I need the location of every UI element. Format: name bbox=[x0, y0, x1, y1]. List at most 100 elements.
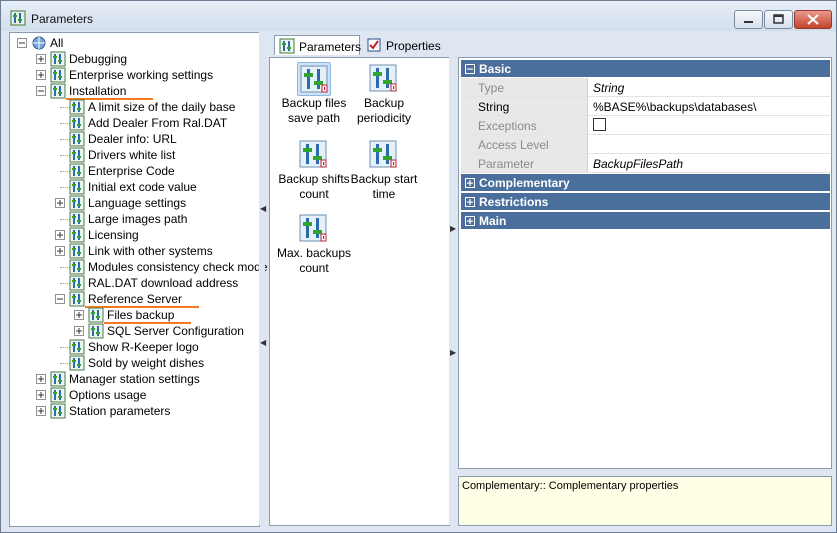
tree-item-label: Drivers white list bbox=[88, 148, 176, 162]
expand-right-arrow-icon-2[interactable]: ▶ bbox=[450, 348, 456, 357]
category-complementary[interactable]: Complementary bbox=[461, 174, 830, 191]
expand-icon[interactable] bbox=[36, 54, 46, 64]
tree-item-label: Options usage bbox=[69, 388, 147, 402]
expand-right-arrow-icon[interactable]: ▶ bbox=[450, 224, 456, 233]
category-basic[interactable]: Basic bbox=[461, 60, 830, 77]
tab-properties[interactable]: Properties bbox=[362, 35, 452, 55]
property-type-value: String bbox=[593, 81, 625, 95]
tree-item-label: Dealer info: URL bbox=[88, 132, 177, 146]
property-row-access-level[interactable]: Access Level bbox=[461, 135, 830, 154]
tree-item-link-other-systems[interactable]: Link with other systems bbox=[10, 243, 255, 259]
category-restrictions[interactable]: Restrictions bbox=[461, 193, 830, 210]
tree-item-all[interactable]: All bbox=[10, 35, 255, 51]
param-backup-periodicity[interactable]: Backup periodicity bbox=[342, 62, 426, 128]
tree-item-enterprise-working-settings[interactable]: Enterprise working settings bbox=[10, 67, 255, 83]
tree-item-language-settings[interactable]: Language settings bbox=[10, 195, 255, 211]
right-splitter[interactable]: ▶ ▶ bbox=[449, 32, 456, 525]
property-grid[interactable]: Basic Type String String %BASE%\backups\… bbox=[458, 57, 832, 469]
parameter-icon bbox=[69, 211, 85, 227]
parameter-icon bbox=[50, 387, 66, 403]
description-text: Complementary:: Complementary properties bbox=[462, 480, 679, 492]
expand-icon[interactable] bbox=[55, 230, 65, 240]
property-type-name: Type bbox=[478, 81, 505, 95]
tree-item-licensing[interactable]: Licensing bbox=[10, 227, 255, 243]
param-max-backups-count[interactable]: Max. backups count bbox=[272, 212, 356, 278]
tree-item-sold-by-weight[interactable]: Sold by weight dishes bbox=[10, 355, 255, 371]
tree-item-manager-station[interactable]: Manager station settings bbox=[10, 371, 255, 387]
tree-item-show-rkeeper-logo[interactable]: Show R-Keeper logo bbox=[10, 339, 255, 355]
tree-item-enterprise-code[interactable]: Enterprise Code bbox=[10, 163, 255, 179]
parameter-icon bbox=[50, 67, 66, 83]
parameter-icon bbox=[69, 115, 85, 131]
expand-icon[interactable] bbox=[55, 198, 65, 208]
expand-icon[interactable] bbox=[36, 406, 46, 416]
gallery-item-label: Backup start time bbox=[350, 172, 418, 201]
parameters-gallery[interactable]: Backup files save path Backup periodicity… bbox=[269, 57, 450, 526]
tree-item-label: Debugging bbox=[69, 52, 128, 66]
property-row-exceptions[interactable]: Exceptions bbox=[461, 116, 830, 135]
property-row-type[interactable]: Type String bbox=[461, 78, 830, 97]
tree-item-label: Large images path bbox=[88, 212, 188, 226]
tab-parameters[interactable]: Parameters bbox=[274, 35, 361, 55]
exceptions-checkbox[interactable] bbox=[593, 118, 606, 131]
tree-item-label: All bbox=[50, 36, 64, 50]
property-name-cell: Exceptions bbox=[461, 116, 588, 134]
tree-item-drivers-white-list[interactable]: Drivers white list bbox=[10, 147, 255, 163]
property-exceptions-name: Exceptions bbox=[478, 119, 537, 133]
tree-item-label: Show R-Keeper logo bbox=[88, 340, 199, 354]
category-main[interactable]: Main bbox=[461, 212, 830, 229]
expand-icon[interactable] bbox=[36, 374, 46, 384]
tree-item-files-backup[interactable]: Files backup bbox=[10, 307, 255, 324]
expand-icon[interactable] bbox=[465, 197, 475, 207]
tree-item-initial-ext-code[interactable]: Initial ext code value bbox=[10, 179, 255, 195]
maximize-button[interactable] bbox=[764, 10, 793, 29]
tab-properties-label: Properties bbox=[386, 39, 441, 53]
property-string-value[interactable]: %BASE%\backups\databases\ bbox=[593, 100, 756, 114]
tree-item-installation[interactable]: Installation bbox=[10, 83, 255, 100]
parameter-icon bbox=[50, 51, 66, 67]
property-row-string[interactable]: String %BASE%\backups\databases\ bbox=[461, 97, 830, 116]
expand-icon[interactable] bbox=[74, 326, 84, 336]
tree-item-ral-dat-download[interactable]: RAL.DAT download address bbox=[10, 275, 255, 291]
parameter-large-icon bbox=[299, 214, 327, 242]
tree-item-options-usage[interactable]: Options usage bbox=[10, 387, 255, 403]
title-bar[interactable]: Parameters bbox=[1, 1, 836, 31]
tree-item-reference-server[interactable]: Reference Server bbox=[10, 291, 255, 308]
collapse-icon[interactable] bbox=[465, 64, 475, 74]
tree-item-large-images-path[interactable]: Large images path bbox=[10, 211, 255, 227]
property-parameter-value: BackupFilesPath bbox=[593, 157, 684, 171]
property-string-name: String bbox=[478, 100, 510, 114]
expand-icon[interactable] bbox=[36, 70, 46, 80]
collapse-icon[interactable] bbox=[36, 86, 46, 96]
tree-item-debugging[interactable]: Debugging bbox=[10, 51, 255, 67]
property-row-parameter[interactable]: Parameter BackupFilesPath bbox=[461, 154, 830, 173]
expand-icon[interactable] bbox=[55, 246, 65, 256]
tree-item-add-dealer[interactable]: Add Dealer From Ral.DAT bbox=[10, 115, 255, 131]
tree-item-modules-consistency[interactable]: Modules consistency check mode bbox=[10, 259, 267, 275]
expand-icon[interactable] bbox=[465, 178, 475, 188]
expand-icon[interactable] bbox=[465, 216, 475, 226]
tree-item-label: Station parameters bbox=[69, 404, 171, 418]
parameters-tree[interactable]: All Debugging Enterprise working settings I… bbox=[9, 32, 267, 527]
expand-icon[interactable] bbox=[74, 310, 84, 320]
property-name-cell: String bbox=[461, 97, 588, 115]
category-basic-label: Basic bbox=[479, 62, 512, 76]
collapse-left-arrow-icon-2[interactable]: ◀ bbox=[260, 338, 266, 347]
tree-item-station-parameters[interactable]: Station parameters bbox=[10, 403, 255, 419]
minimize-button[interactable] bbox=[734, 10, 763, 29]
expand-icon[interactable] bbox=[36, 390, 46, 400]
left-splitter[interactable]: ◀ ◀ bbox=[259, 32, 266, 525]
tree-item-label: Modules consistency check mode bbox=[88, 260, 268, 274]
tree-item-dealer-info[interactable]: Dealer info: URL bbox=[10, 131, 255, 147]
collapse-icon[interactable] bbox=[55, 294, 65, 304]
parameter-icon bbox=[69, 339, 85, 355]
parameter-icon bbox=[69, 99, 85, 115]
tree-item-sql-server-config[interactable]: SQL Server Configuration bbox=[10, 323, 255, 339]
parameter-icon bbox=[88, 307, 104, 323]
tree-item-limit-size[interactable]: A limit size of the daily base bbox=[10, 99, 255, 115]
collapse-left-arrow-icon[interactable]: ◀ bbox=[260, 204, 266, 213]
collapse-icon[interactable] bbox=[17, 38, 27, 48]
gallery-item-label: Max. backups count bbox=[276, 246, 352, 275]
param-backup-start-time[interactable]: Backup start time bbox=[342, 138, 426, 204]
close-button[interactable] bbox=[794, 10, 832, 29]
